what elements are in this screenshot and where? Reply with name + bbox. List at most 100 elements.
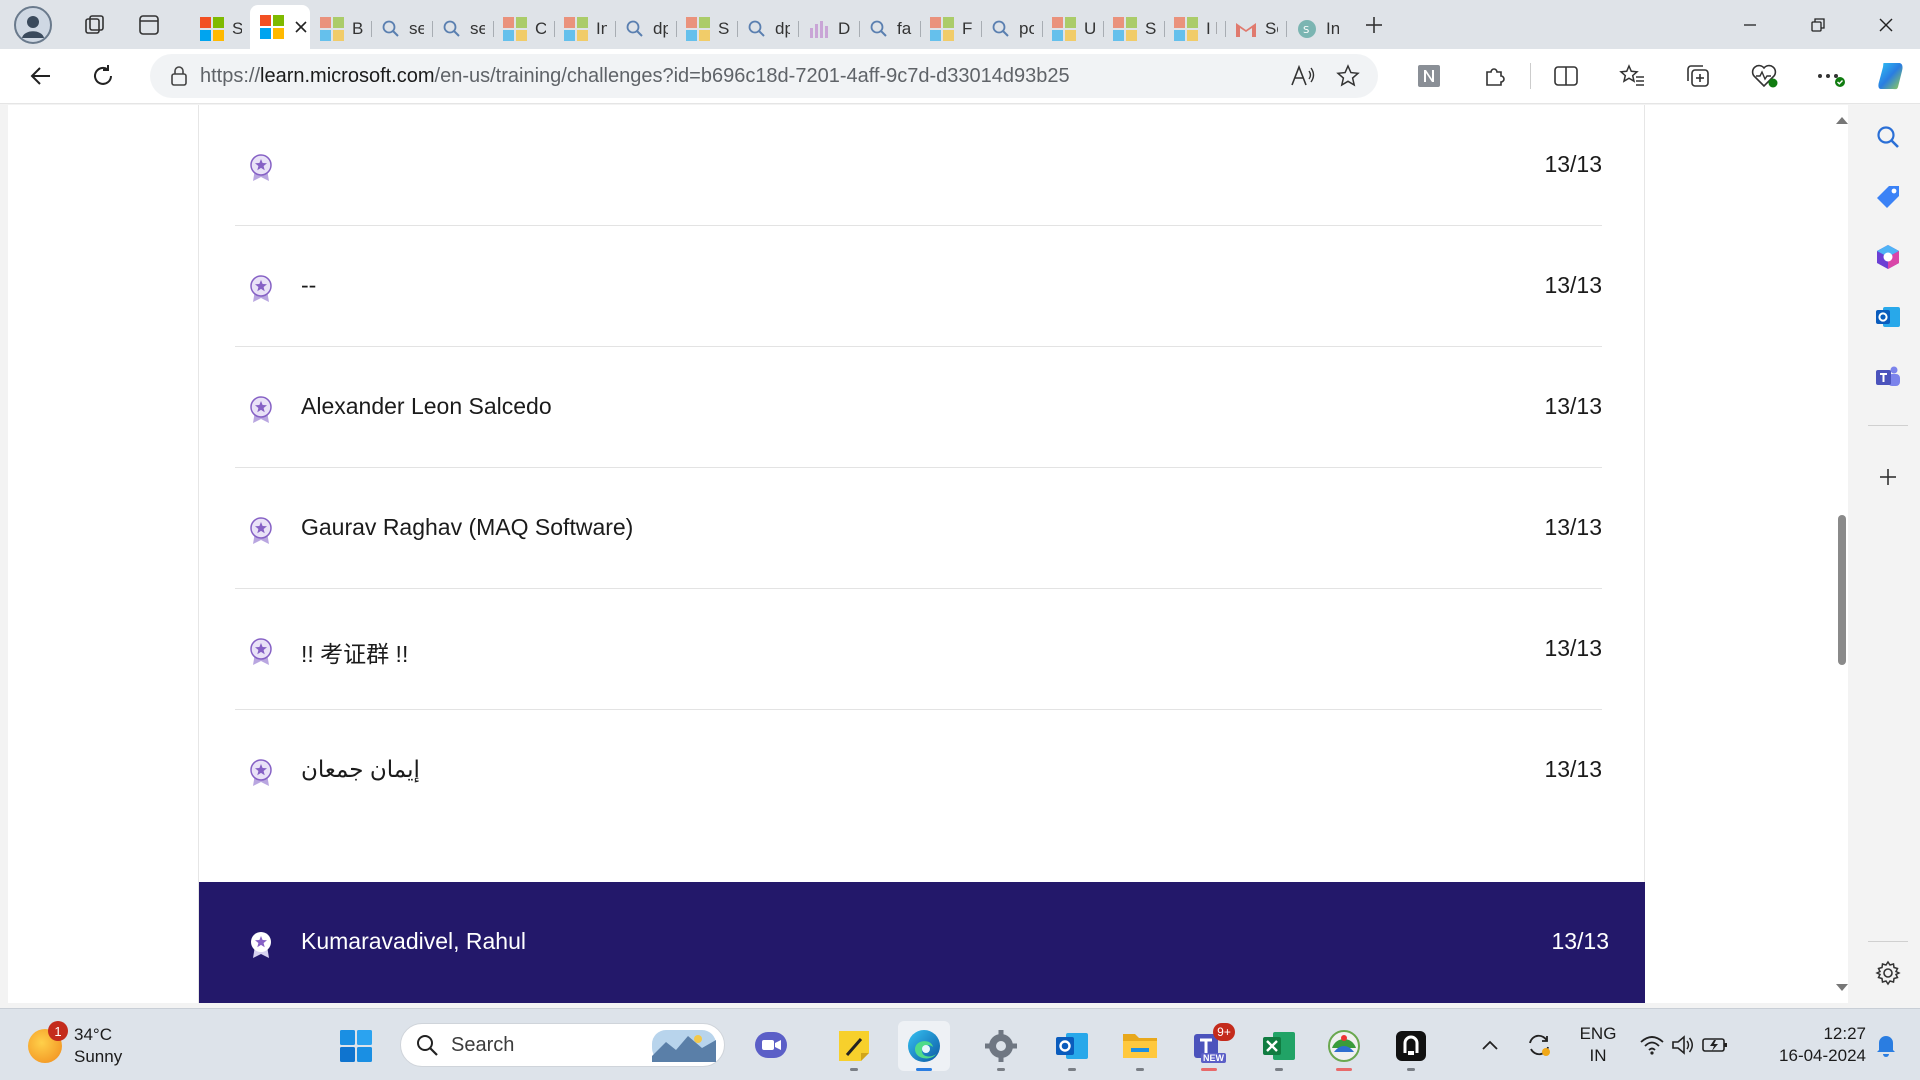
browser-tab[interactable]: Stu <box>676 9 737 49</box>
windows-taskbar: 1 34°C Sunny Search 9+ NEW ENG IN 12:27 … <box>0 1008 1920 1080</box>
browser-tab[interactable]: ser <box>432 9 493 49</box>
tab-title: Bro <box>352 19 363 38</box>
address-bar[interactable]: https://learn.microsoft.com/en-us/traini… <box>150 54 1378 98</box>
profile-avatar[interactable] <box>14 5 52 44</box>
settings-more-button[interactable] <box>1799 52 1861 100</box>
taskbar-outlook[interactable] <box>1046 1021 1098 1071</box>
sidebar-teams-button[interactable] <box>1868 357 1908 397</box>
browser-tab[interactable]: DP <box>798 9 859 49</box>
favorite-star-icon[interactable] <box>1336 64 1360 88</box>
sync-status-button[interactable] <box>1522 1009 1556 1080</box>
leaderboard-card: 13/13 -- 13/13 Alexander Leon Salcedo 13/13 G… <box>199 105 1645 1003</box>
page-scrollbar[interactable] <box>1832 105 1848 1003</box>
sidebar-shopping-button[interactable] <box>1868 177 1908 217</box>
browser-tab[interactable]: Ch <box>493 9 554 49</box>
notifications-button[interactable] <box>1866 1009 1906 1080</box>
lock-icon[interactable] <box>170 66 188 86</box>
microsoft-icon <box>260 15 284 39</box>
close-window-button[interactable] <box>1852 0 1920 49</box>
start-button[interactable] <box>330 1021 382 1071</box>
taskbar-teams[interactable]: 9+ NEW <box>1183 1021 1235 1071</box>
tab-active[interactable] <box>250 5 310 49</box>
language-indicator[interactable]: ENG IN <box>1570 1009 1626 1080</box>
taskbar-file-explorer[interactable] <box>1114 1021 1166 1071</box>
taskbar-browser-app[interactable] <box>1318 1021 1370 1071</box>
tab-title: ser <box>470 19 485 38</box>
bell-icon <box>1877 1036 1895 1057</box>
extensions-button[interactable] <box>1464 52 1526 100</box>
workspaces-button[interactable] <box>72 5 118 45</box>
scroll-up-arrow-icon[interactable] <box>1835 115 1849 125</box>
browser-tab[interactable]: fab <box>859 9 920 49</box>
microsoft-icon <box>564 17 588 41</box>
refresh-button[interactable] <box>72 52 134 100</box>
browser-tab[interactable]: Stu <box>190 9 250 49</box>
tab-title: Fab <box>962 19 973 38</box>
leaderboard-row: إيمان جمعان 13/13 <box>235 709 1602 830</box>
tab-actions-button[interactable] <box>126 5 172 45</box>
trophy-badge-icon <box>250 517 272 544</box>
taskbar-teams-chat[interactable] <box>745 1021 797 1071</box>
browser-tab[interactable]: Us <box>1042 9 1103 49</box>
weather-temperature: 34°C <box>74 1025 112 1044</box>
browser-tab[interactable]: Stu <box>1103 9 1164 49</box>
read-aloud-icon[interactable] <box>1290 65 1316 87</box>
sidebar-m365-button[interactable] <box>1868 237 1908 277</box>
taskbar-search-box[interactable]: Search <box>400 1023 725 1067</box>
leaderboard-row: 13/13 <box>235 105 1602 225</box>
scrollbar-thumb[interactable] <box>1838 515 1846 665</box>
tab-title: Stu <box>232 19 242 38</box>
extension-n-button[interactable] <box>1398 52 1460 100</box>
taskbar-sticky-notes[interactable] <box>828 1021 880 1071</box>
clock[interactable]: 12:27 16-04-2024 <box>1746 1009 1866 1080</box>
back-button[interactable] <box>10 52 72 100</box>
show-hidden-icons-button[interactable] <box>1474 1009 1506 1080</box>
tab-title: Int <box>596 19 607 38</box>
collections-button[interactable] <box>1667 52 1729 100</box>
browser-tab[interactable]: S Inc <box>1286 9 1347 49</box>
favorites-button[interactable] <box>1601 52 1663 100</box>
participant-name: Alexander Leon Salcedo <box>301 393 552 419</box>
current-user-name: Kumaravadivel, Rahul <box>301 928 527 954</box>
leaderboard-row: Gaurav Raghav (MAQ Software) 13/13 <box>235 467 1602 588</box>
close-tab-icon[interactable] <box>294 20 308 34</box>
taskbar-terminal-app[interactable] <box>1385 1021 1437 1071</box>
participant-name: -- <box>301 272 317 298</box>
tab-title: Inc <box>1326 19 1339 38</box>
browser-tab[interactable]: po <box>981 9 1042 49</box>
copilot-button[interactable] <box>1861 52 1920 100</box>
search-icon <box>442 19 462 39</box>
sidebar-search-button[interactable] <box>1868 117 1908 157</box>
sidebar-outlook-button[interactable] <box>1868 297 1908 337</box>
quick-settings-button[interactable] <box>1636 1009 1732 1080</box>
browser-tab[interactable]: ser <box>371 9 432 49</box>
scroll-down-arrow-icon[interactable] <box>1835 983 1849 993</box>
search-icon <box>381 19 401 39</box>
browser-tab[interactable]: Fab <box>920 9 981 49</box>
browser-essentials-button[interactable] <box>1733 52 1795 100</box>
browser-tab[interactable]: I ha <box>1164 9 1225 49</box>
taskbar-edge[interactable] <box>898 1021 950 1071</box>
gmail-icon <box>1235 20 1257 38</box>
taskbar-excel[interactable] <box>1253 1021 1305 1071</box>
taskbar-settings[interactable] <box>975 1021 1027 1071</box>
browser-tab[interactable]: dp <box>615 9 676 49</box>
browser-tab[interactable]: Bro <box>310 9 371 49</box>
new-tab-button[interactable] <box>1351 5 1397 45</box>
browser-tab[interactable]: Sea <box>1225 9 1286 49</box>
participant-name: Gaurav Raghav (MAQ Software) <box>301 514 634 540</box>
browser-tab[interactable]: dp <box>737 9 798 49</box>
restore-button[interactable] <box>1784 0 1852 49</box>
minimize-button[interactable] <box>1716 0 1784 49</box>
split-screen-button[interactable] <box>1535 52 1597 100</box>
url-text: https://learn.microsoft.com/en-us/traini… <box>200 64 1070 87</box>
weather-widget[interactable]: 1 34°C Sunny <box>28 1021 122 1071</box>
microsoft-icon <box>320 17 344 41</box>
browser-tab[interactable]: Int <box>554 9 615 49</box>
weather-notification-badge: 1 <box>48 1021 68 1041</box>
sidebar-add-button[interactable] <box>1868 457 1908 497</box>
trophy-badge-icon <box>250 759 272 786</box>
sidebar-settings-button[interactable] <box>1868 953 1908 993</box>
participant-score: 13/13 <box>1544 272 1602 298</box>
current-user-score: 13/13 <box>1551 928 1609 954</box>
